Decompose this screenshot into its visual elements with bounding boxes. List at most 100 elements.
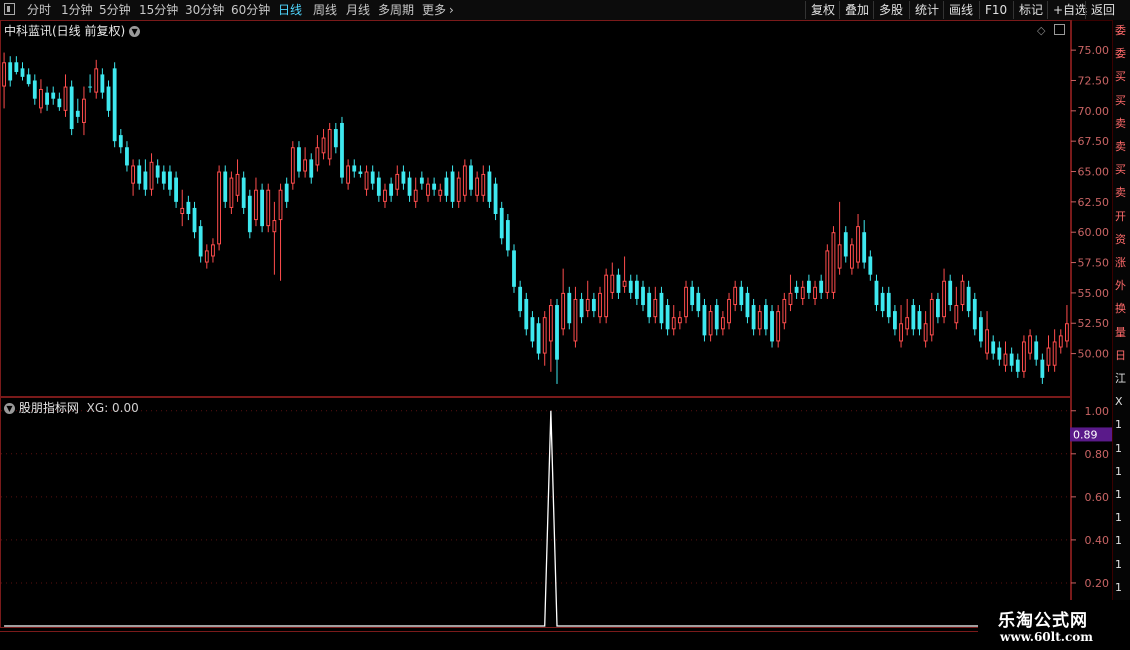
candle-body [536, 323, 541, 354]
candle-body [634, 280, 639, 299]
candle-body [997, 347, 1002, 360]
candle-up [757, 305, 762, 336]
candle-body [444, 177, 449, 196]
candle-body [770, 311, 774, 342]
candle-down [499, 201, 504, 245]
candle-body [708, 311, 713, 336]
candle-down [880, 286, 885, 318]
indicator-title[interactable]: ▼ 股朋指标网 XG: 0.00 [4, 399, 139, 416]
candle-body [186, 201, 191, 214]
candle-body [462, 165, 467, 196]
candle-body [985, 329, 989, 354]
candle-down [186, 195, 191, 221]
candle-up [1058, 329, 1063, 354]
candle-up [720, 311, 725, 336]
candle-body [2, 62, 6, 87]
indicator-tick-label: 1.00 [1085, 405, 1110, 418]
candle-body [426, 183, 430, 196]
candle-down [1034, 335, 1039, 366]
candle-down [794, 280, 799, 299]
watermark-title: 乐淘公式网 [998, 611, 1088, 631]
candle-down [444, 171, 449, 202]
candle-down [524, 292, 529, 336]
candle-up [395, 165, 400, 196]
candle-down [862, 220, 867, 269]
kline-chart[interactable]: ◇ 50.00 52.50 55.00 57.50 60.00 62.50 65.00 67.… [0, 0, 1112, 632]
candle-down [340, 116, 344, 184]
candle-down [75, 98, 80, 123]
candle-down [155, 159, 160, 184]
side-panel-glyph: X [1115, 395, 1123, 409]
candle-body [438, 189, 443, 196]
candle-body [720, 317, 725, 330]
candle-body [407, 177, 412, 196]
side-panel-glyph: 外 [1115, 279, 1126, 293]
candle-body [647, 292, 652, 318]
chevron-down-icon[interactable]: ▼ [4, 403, 15, 414]
candle-body [266, 189, 271, 227]
candle-up [1003, 341, 1008, 372]
side-panel-glyph: 1 [1115, 534, 1122, 548]
candle-up [800, 280, 805, 306]
candle-up [1022, 335, 1026, 378]
candle-down [45, 86, 49, 111]
candle-body [333, 129, 338, 148]
watermark-url: www.60lt.com [1000, 630, 1093, 644]
candle-body [389, 183, 394, 196]
candle-body [493, 183, 498, 214]
side-panel-glyph: 换 [1115, 302, 1126, 316]
price-tick-label: 55.00 [1078, 287, 1110, 300]
candle-down [20, 62, 25, 81]
candle-up [585, 280, 590, 318]
side-panel-glyph: 买 [1115, 93, 1126, 107]
candle-body [192, 207, 197, 233]
candle-up [831, 226, 836, 299]
candle-up [548, 298, 553, 372]
candle-body [936, 298, 940, 318]
candle-body [825, 250, 830, 293]
candle-body [819, 280, 824, 293]
price-tick-label: 70.00 [1078, 105, 1110, 118]
candle-body [395, 173, 400, 190]
candle-down [14, 56, 19, 75]
candle-body [51, 92, 56, 99]
candle-up [856, 214, 860, 269]
candle-body [174, 177, 178, 202]
candle-body [966, 286, 971, 312]
candle-up [383, 183, 387, 208]
candle-up [456, 171, 461, 208]
candle-body [26, 74, 31, 85]
candle-body [1009, 353, 1014, 366]
candle-up [899, 305, 903, 348]
candle-body [161, 171, 166, 184]
candle-up [149, 153, 154, 196]
candle-body [94, 68, 99, 93]
indicator-tick-label: 0.20 [1085, 577, 1110, 590]
candle-down [868, 250, 873, 281]
candle-down [770, 305, 774, 348]
candle-up [254, 177, 258, 227]
candle-down [843, 226, 848, 263]
candle-body [88, 86, 92, 88]
candle-body [413, 189, 418, 202]
candle-down [751, 298, 756, 336]
candle-up [684, 280, 688, 324]
candle-down [192, 201, 197, 239]
candle-down [161, 165, 166, 190]
quote-side-panel: 委委买买卖卖买卖开资涨外换量日江X111111111 [1112, 20, 1130, 632]
price-tick-label: 50.00 [1078, 348, 1110, 361]
candle-down [579, 292, 584, 324]
candle-down [1040, 353, 1045, 384]
candle-body [604, 274, 609, 318]
candle-body [321, 137, 326, 154]
candle-body [1003, 353, 1008, 366]
candle-body [211, 244, 215, 257]
candle-body [383, 189, 387, 202]
candle-body [905, 317, 910, 330]
candle-body [524, 298, 529, 330]
candle-body [948, 280, 953, 306]
candle-body [456, 177, 461, 202]
candle-down [518, 280, 523, 318]
candle-body [979, 317, 983, 342]
candle-up [481, 165, 486, 202]
